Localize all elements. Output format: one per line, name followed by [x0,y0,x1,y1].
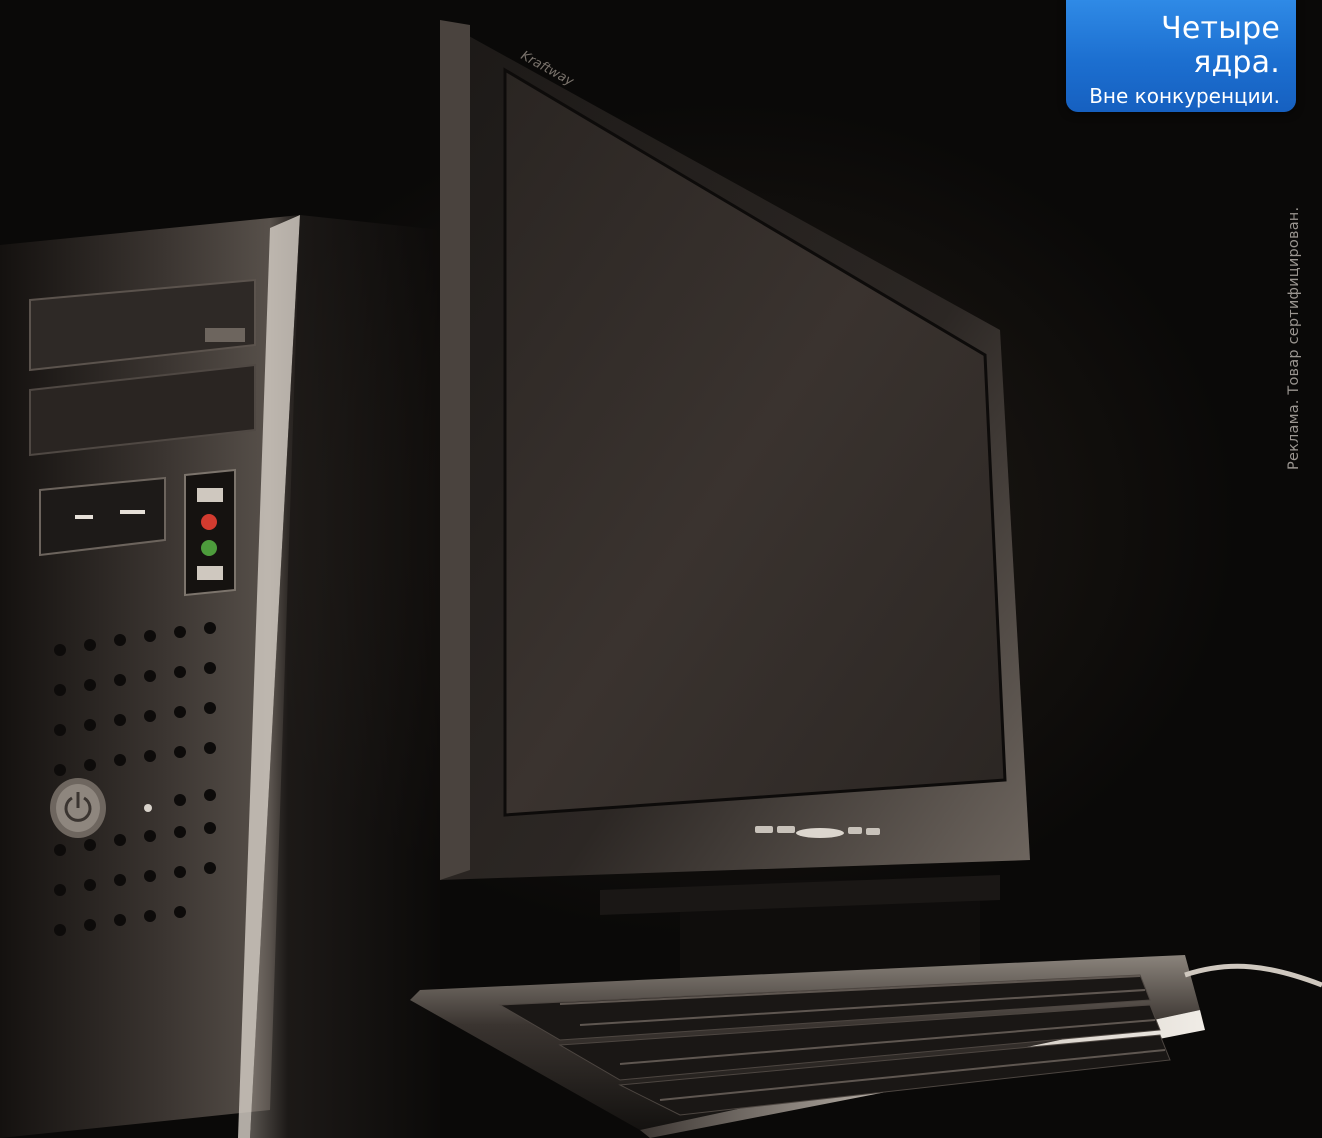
pc-tower [0,215,440,1138]
promo-headline: Четыре ядра. [1161,11,1280,80]
keyboard [410,955,1322,1138]
advertisement-scene: Kraftway Четыре ядра. Вне конкуренции. Р… [0,0,1322,1138]
monitor: Kraftway [440,20,1030,880]
promo-subline: Вне конкуренции. [1089,84,1280,108]
promo-badge: Четыре ядра. Вне конкуренции. [1066,0,1296,112]
product-photo: Kraftway [0,20,1322,1138]
ad-disclaimer: Реклама. Товар сертифицирован. [1286,206,1302,470]
